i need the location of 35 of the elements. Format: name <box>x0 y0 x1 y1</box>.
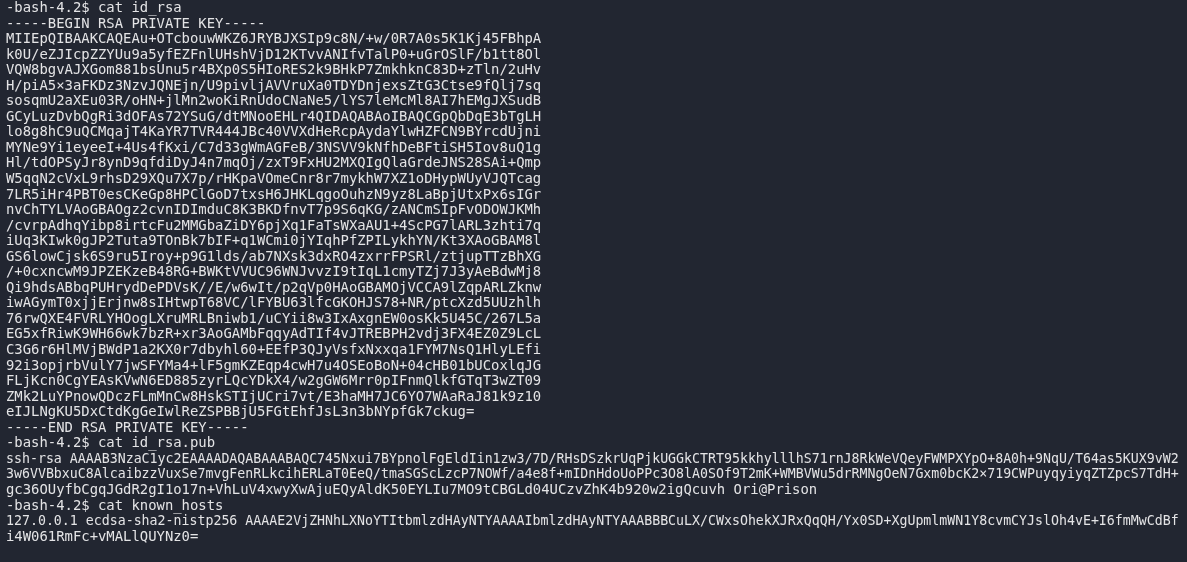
terminal-line: W5qqN2cVxL9rhsD29XQu7X7p/rHKpaVOmeCnr8r7mykhW7XZ1oDHypWUyVJQTcag <box>6 171 542 187</box>
terminal-line: 92i3opjrbVulY7jwSFYMa4+lF5gmKZEqp4cwH7u4OSEoBoN+04cHB01bUCoxlqJG <box>6 357 542 374</box>
terminal-line: eIJLNgKU5DxCtdKgGeIwlReZSPBBjU5FGtEhfJsL3n3bNYpfGk7ckug= <box>6 404 475 420</box>
terminal-line: GS6lowCjsk6S9ru5Iroy+p9G1lds/ab7NXsk3dxRO4zxrrFPSRl/ztjupTTzBhXG <box>6 248 542 265</box>
terminal-line: -bash-4.2$ cat id_rsa <box>6 0 182 16</box>
terminal-line: C3G6r6HlMVjBWdP1a2KX0r7dbyhl60+EEfP3QJyVsfxNxxqa1FYM7NsQ1HlyLEfi <box>6 342 542 358</box>
terminal-line: 3w6VVBbxuC8AlcaibzzVuxSe7mvgFenRLkcihERLaT0EeQ/tmaSGScLzcP7NOWf/a4e8f+mIDnHdoUoPPc3O8lA0SOf9T2mK+WMBVWu5drRMNgOeN7Gxm0bcK2×719CWPuyqyiyqZTZpcS7TdH+ <box>6 466 1179 482</box>
terminal-line: iUq3KIwk0gJP2Tuta9TOnBk7bIF+q1WCmi0jYIqhPfZPILykhYN/Kt3XAoGBAM8l <box>6 233 542 249</box>
terminal-line: ZMk2LuYPnowQDczFLmMnCw8HskSTIjUCri7vt/E3haMH7JC6YO7WAaRaJ81k9z10 <box>6 388 542 405</box>
terminal-line: EG5xfRiwK9WH66wk7bzR+xr3AoGAMbFqqyAdTIf4vJTREBPH2vdj3FX4EZ0Z9LcL <box>6 326 542 343</box>
terminal-line: GCyLuzDvbQgRi3dOFAs72YSuG/dtMNooEHLr4QIDAQABAoIBAQCGpQbDqE3bTgLH <box>6 108 542 125</box>
terminal-line: FLjKcn0CgYEAsKVwN6ED885zyrLQcYDkX4/w2gGW6Mrr0pIFnmQlkfGTqT3wZT09 <box>6 373 542 389</box>
terminal-line: i4W061RmFc+vMALlQUYNz0= <box>6 528 199 545</box>
terminal-line: iwAGymT0xjjErjnw8sIHtwpT68VC/lFYBU63lfcGKOHJS78+NR/ptcXzd5UUzhlh <box>6 295 542 311</box>
terminal-line: 76rwQXE4FVRLYHOogLXruMRLBniwb1/uCYii8w3IxAxgnEW0osKk5U45C/267L5a <box>6 310 542 327</box>
terminal-line: MIIEpQIBAAKCAQEAu+OTcbouwWKZ6JRYBJXSIp9c8N/+w/0R7A0s5K1Kj45FBhpA <box>6 31 542 47</box>
terminal-line: VQW8bgvAJXGom881bsUnu5r4BXp0S5HIoRES2k9BHkP7ZmkhknC83D+zTln/2uHv <box>6 62 542 78</box>
terminal-line: k0U/eZJIcpZZYUu9a5yfEZFnlUHshVjD12KTvvANIfvTalP0+uGrOSlF/b1tt8Ol <box>6 46 542 63</box>
terminal-line: H/piA5×3aFKDz3NzvJQNEjn/U9pivljAVVruXa0TDYDnjexsZtG3Ctse9fQlj7sq <box>6 77 542 94</box>
terminal-line: Hl/tdOPSyJr8ynD9qfdiDyJ4n7mqOj/zxT9FxHU2MXQIgQlaGrdeJNS28SAi+Qmp <box>6 155 542 171</box>
terminal-line: /cvrpAdhqYibp8irtcFu2MMGbaZiDY6pjXq1FaTsWXaAU1+4ScPG7lARL3zhti7q <box>6 217 542 234</box>
terminal-line: MYNe9Yi1eyeeI+4Us4fKxi/C7d33gWmAGFeB/3NSVV9kNfhDeBFtiSH5Iov8uQ1g <box>6 139 542 156</box>
terminal-line: -----END RSA PRIVATE KEY----- <box>6 419 249 436</box>
terminal-line: 7LR5iHr4PBT0esCKeGp8HPClGoD7txsH6JHKLqgoOuhzN9yz8LaBpjUtxPx6sIGr <box>6 186 542 203</box>
terminal-line: /+0cxncwM9JPZEKzeB48RG+BWKtVVUC96WNJvvzI9tIqL1cmyTZj7J3yAeBdwMj8 <box>6 264 542 280</box>
terminal-line: nvChTYLVAoGBAOgz2cvnIDImduC8K3BKDfnvT7p9S6qKG/zANCmSIpFvODOWJKMh <box>6 202 542 218</box>
terminal-line: -bash-4.2$ cat known_hosts <box>6 497 224 514</box>
terminal-line: -----BEGIN RSA PRIVATE KEY----- <box>6 15 266 32</box>
terminal-line: ssh-rsa AAAAB3NzaC1yc2EAAAADAQABAAABAQC745Nxui7BYpnolFgEldIin1zw3/7D/RHsDSzkrUqPjkUGGkCTRT95kkhylllhS71rnJ8RkWeVQeyFWMPXYpO+8A0h+9NqU/T64as5KUX9vW2 <box>6 450 1179 467</box>
terminal-line: lo8g8hC9uQCMqajT4KaYR7TVR444JBc40VVXdHeRcpAydaYlwHZFCN9BYrcdUjni <box>6 124 542 140</box>
terminal-line: gc36OUyfbCgqJGdR2gI1o17n+VhLuV4xwyXwAjuEQyAldK50EYLIu7MO9tCBGLd04UCzvZhK4b920w2igQcuvh Ori@Prison <box>6 481 818 498</box>
terminal-line: sosqmU2aXEu03R/oHN+jlMn2woKiRnUdoCNaNe5/lYS7leMcMl8AI7hEMgJXSudB <box>6 93 542 109</box>
terminal-line: 127.0.0.1 ecdsa-sha2-nistp256 AAAAE2VjZHNhLXNoYTItbmlzdHAyNTYAAAAIbmlzdHAyNTYAAABBBCuLX/CWxsOhekXJRxQqQH/Yx0SD+XgUpmlmWN1Y8cvmCYJslOh4vE+I6fmMwCdBf <box>6 513 1179 529</box>
terminal-line: Qi9hdsABbqPUHrydDePDVsK//E/w6wIt/p2qVp0HAoGBAMOjVCCA9lZqpARLZknw <box>6 279 542 296</box>
terminal-line: -bash-4.2$ cat id_rsa.pub <box>6 435 216 451</box>
